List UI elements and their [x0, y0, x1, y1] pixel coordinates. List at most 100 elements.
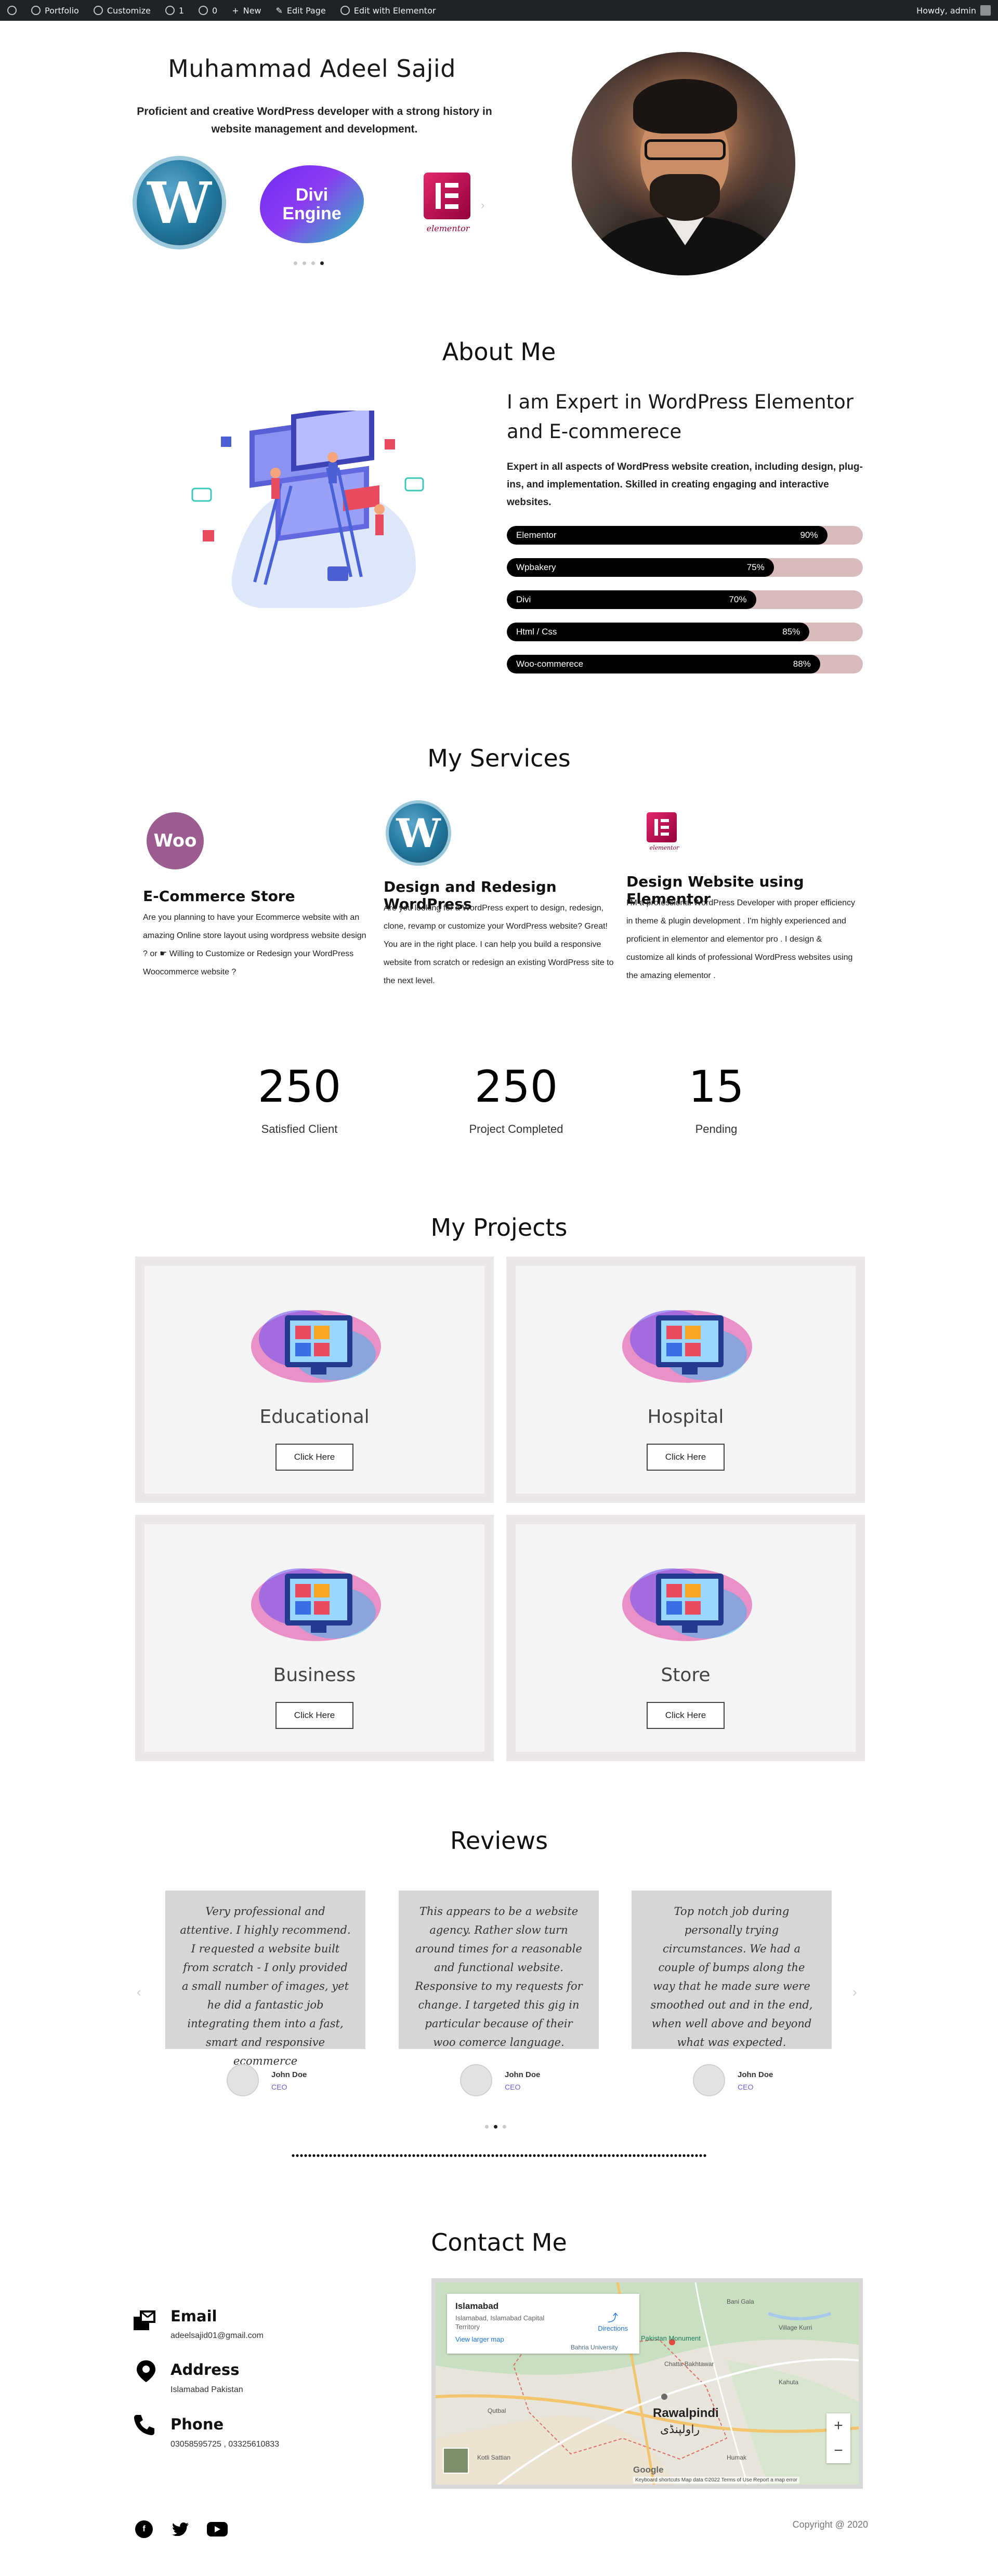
wordpress-icon: [7, 6, 17, 15]
slider-dot[interactable]: [311, 261, 315, 265]
project-name: Business: [273, 1665, 356, 1686]
map-label: Village Kurri: [779, 2324, 812, 2331]
plus-icon: +: [232, 5, 239, 16]
skill-bar: Elementor 90%: [507, 526, 863, 545]
reviewer-role: CEO: [738, 2083, 754, 2091]
skill-bar: Divi 70%: [507, 590, 863, 609]
hero-name: Muhammad Adeel Sajid: [168, 55, 456, 83]
map-label: Bahria University: [571, 2344, 618, 2351]
hero-slider-dots[interactable]: [294, 261, 324, 265]
slider-dot[interactable]: [485, 2125, 489, 2129]
phone-icon: [134, 2415, 154, 2435]
reviewer-name: John Doe: [271, 2070, 307, 2079]
edit-page-link[interactable]: ✎ Edit Page: [269, 0, 333, 21]
facebook-icon[interactable]: f: [135, 2520, 153, 2538]
reviewer-name: John Doe: [505, 2070, 541, 2079]
project-image: [622, 1310, 752, 1383]
brush-icon: [93, 6, 103, 15]
reviewer-role: CEO: [505, 2083, 521, 2091]
location-pin-icon: [137, 2360, 155, 2382]
slider-dot[interactable]: [503, 2125, 506, 2129]
map-city-label-urdu: راولپنڈی: [660, 2423, 700, 2436]
contact-title: Contact Me: [431, 2228, 567, 2256]
slider-dot[interactable]: [294, 261, 297, 265]
about-text: Expert in all aspects of WordPress websi…: [507, 461, 863, 508]
slider-next-arrow[interactable]: ›: [481, 199, 484, 212]
directions-link[interactable]: ⤴ Directions: [598, 2309, 628, 2332]
google-map[interactable]: Islamabad Islamabad, Islamabad Capital T…: [431, 2278, 863, 2489]
project-card: Hospital Click Here: [506, 1257, 865, 1503]
project-name: Hospital: [647, 1406, 724, 1428]
counter-label: Project Completed: [469, 1122, 563, 1135]
comment-icon: [199, 6, 208, 15]
counter-number: 15: [688, 1061, 744, 1112]
wordpress-menu[interactable]: [0, 0, 24, 21]
elementor-wordmark: elementor: [649, 844, 679, 851]
skill-fill: Divi 70%: [507, 590, 756, 609]
counter-number: 250: [257, 1061, 342, 1112]
avatar: [980, 5, 991, 16]
pencil-icon: ✎: [275, 5, 283, 16]
map-label: Chatta Bakhtawar: [664, 2360, 714, 2368]
admin-bar: Portfolio Customize 1 0 + New ✎ Edit Page …: [0, 0, 998, 21]
phone-value[interactable]: 03058595725 , 03325610833: [170, 2440, 279, 2449]
project-image: [251, 1310, 381, 1383]
email-value[interactable]: adeelsajid01@gmail.com: [170, 2331, 264, 2341]
phone-label: Phone: [170, 2415, 224, 2433]
service-title: E-Commerce Store: [143, 888, 295, 905]
new-content-link[interactable]: + New: [225, 0, 268, 21]
edit-elementor-link[interactable]: Edit with Elementor: [333, 0, 443, 21]
skill-bar: Woo-commerece 88%: [507, 655, 863, 673]
reviews-title: Reviews: [450, 1827, 548, 1855]
project-image: [622, 1568, 752, 1641]
map-place-subtitle: Islamabad, Islamabad Capital Territory: [455, 2314, 545, 2331]
counter-label: Pending: [695, 1122, 738, 1135]
project-name: Educational: [259, 1406, 370, 1428]
reviewer-avatar: [227, 2064, 259, 2096]
account-menu[interactable]: Howdy, admin: [916, 5, 998, 16]
dotted-divider: [291, 2154, 707, 2158]
project-click-button[interactable]: Click Here: [275, 1702, 353, 1729]
map-label: Qutbal: [488, 2407, 506, 2414]
review-prev-arrow[interactable]: ‹: [137, 1984, 141, 2000]
counter-label: Satisfied Client: [261, 1122, 338, 1135]
customize-link[interactable]: Customize: [86, 0, 158, 21]
skill-bar: Html / Css 85%: [507, 623, 863, 641]
updates-link[interactable]: 1: [158, 0, 191, 21]
about-heading: I am Expert in WordPress Elementor and E…: [507, 391, 853, 443]
review-slider-dots[interactable]: [485, 2125, 506, 2129]
service-text: Are you looking for a WordPress expert t…: [384, 904, 614, 985]
satellite-toggle[interactable]: [443, 2448, 469, 2474]
map-footer[interactable]: Keyboard shortcuts Map data ©2022 Terms …: [633, 2477, 799, 2483]
address-value: Islamabad Pakistan: [170, 2385, 243, 2394]
youtube-icon[interactable]: [207, 2522, 228, 2537]
reviewer-name: John Doe: [738, 2070, 773, 2079]
slider-dot-active[interactable]: [494, 2125, 497, 2129]
project-click-button[interactable]: Click Here: [647, 1702, 725, 1729]
slider-dot[interactable]: [303, 261, 306, 265]
refresh-icon: [165, 6, 175, 15]
elementor-logo: [424, 173, 470, 219]
map-label: Kahuta: [779, 2379, 799, 2386]
twitter-icon[interactable]: [172, 2520, 189, 2538]
copyright-text: Copyright @ 2020: [792, 2519, 868, 2530]
project-click-button[interactable]: Click Here: [275, 1444, 353, 1471]
comments-link[interactable]: 0: [191, 0, 225, 21]
project-click-button[interactable]: Click Here: [647, 1444, 725, 1471]
project-card: Educational Click Here: [135, 1257, 494, 1503]
wordpress-icon: W: [386, 800, 451, 866]
site-name-link[interactable]: Portfolio: [24, 0, 86, 21]
zoom-out-button[interactable]: −: [834, 2442, 843, 2460]
reviewer-avatar: [693, 2064, 725, 2096]
slider-dot-active[interactable]: [320, 261, 324, 265]
review-card: Very professional and attentive. I highl…: [165, 1891, 365, 2067]
map-zoom-controls[interactable]: + −: [826, 2413, 850, 2463]
skill-bar: Wpbakery 75%: [507, 558, 863, 577]
reviewer-role: CEO: [271, 2083, 287, 2091]
view-larger-map-link[interactable]: View larger map: [455, 2335, 631, 2343]
service-text: Are you planning to have your Ecommerce …: [143, 913, 366, 976]
review-next-arrow[interactable]: ›: [852, 1984, 857, 2000]
project-image: [251, 1568, 381, 1641]
projects-title: My Projects: [430, 1213, 568, 1241]
zoom-in-button[interactable]: +: [834, 2417, 843, 2435]
